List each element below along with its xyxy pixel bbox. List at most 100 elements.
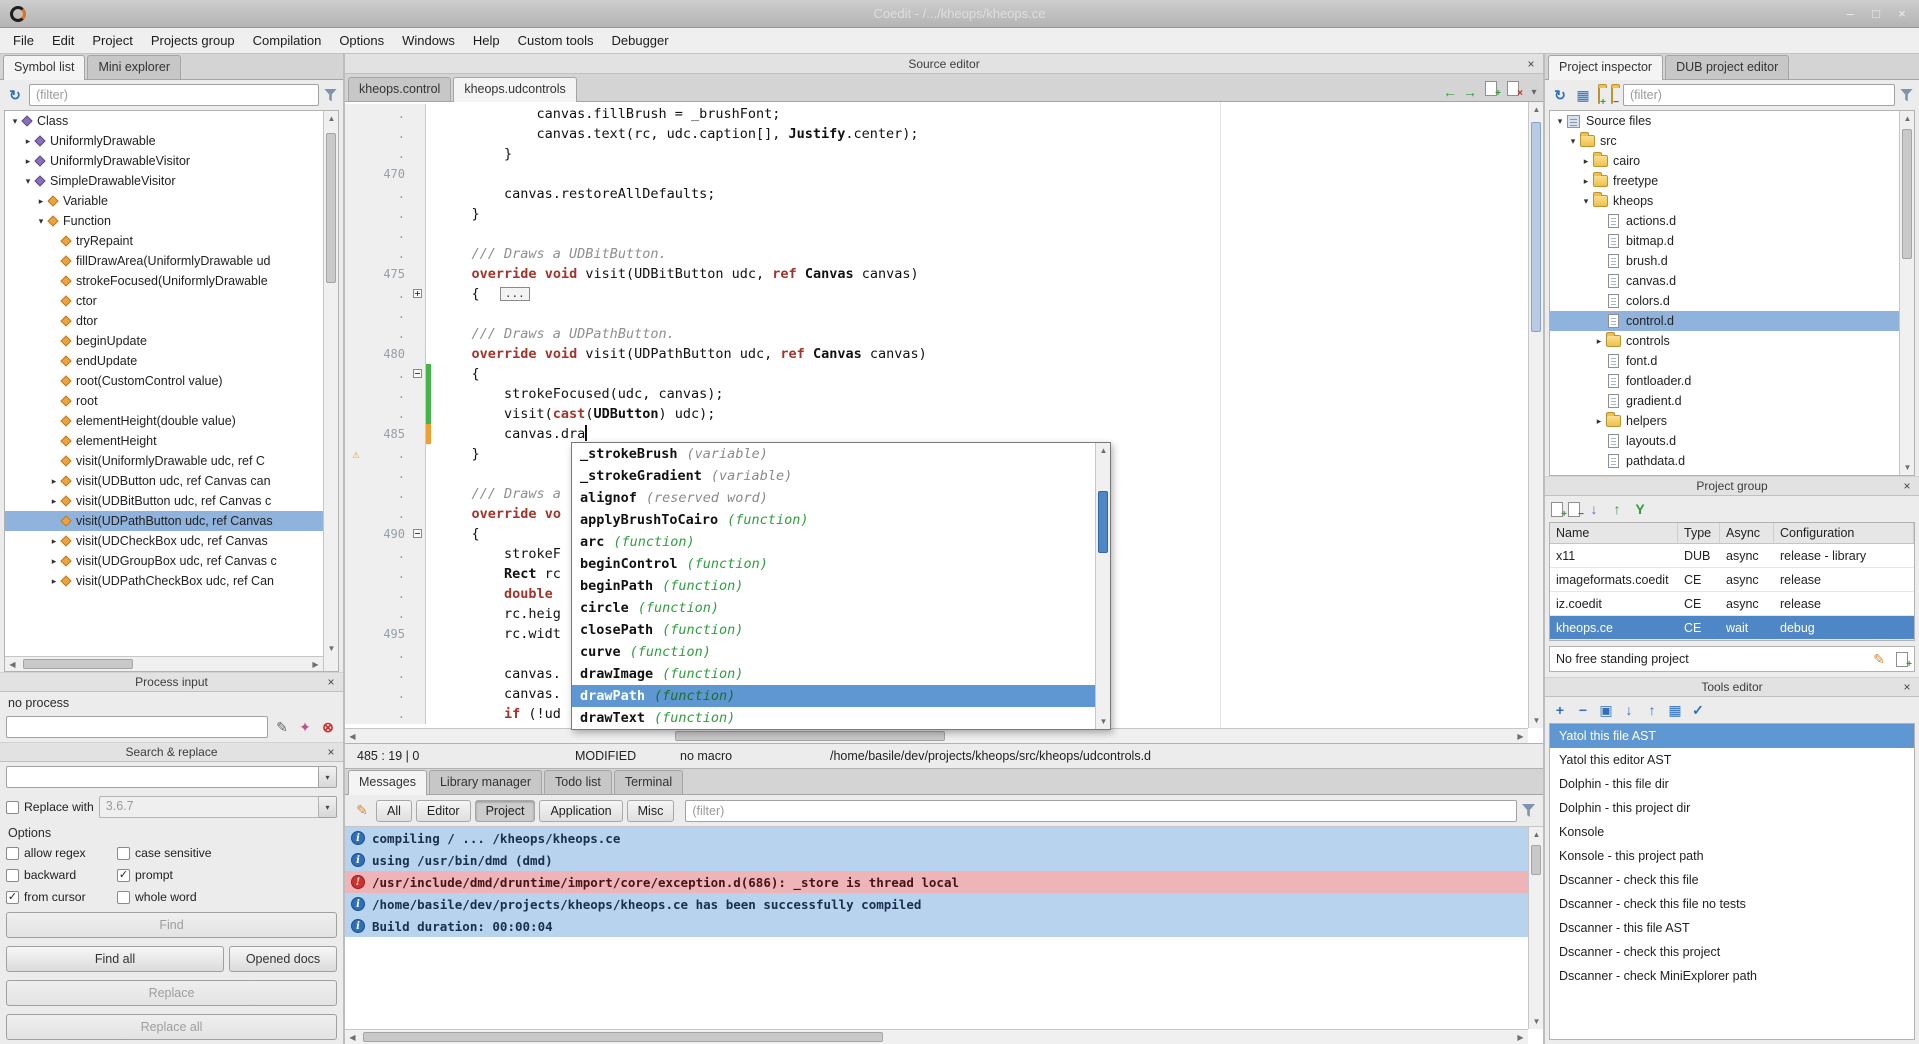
expand-arrow-icon[interactable]: ▸ [1580, 176, 1592, 187]
file-tree-item[interactable]: ▸freetype [1550, 171, 1899, 191]
replace-button[interactable]: Replace [6, 980, 337, 1006]
menu-item-debugger[interactable]: Debugger [603, 30, 678, 51]
completion-item[interactable]: _strokeGradient(variable) [572, 465, 1110, 487]
duplicate-tool-icon[interactable]: ▦ [1666, 701, 1684, 719]
tab-todo-list[interactable]: Todo list [544, 770, 612, 794]
code-line[interactable]: . [345, 304, 1528, 324]
replace-with-value[interactable]: 3.6.7 [99, 796, 319, 818]
close-icon[interactable]: × [324, 675, 338, 689]
replace-with-checkbox[interactable]: Replace with [6, 796, 94, 818]
remove-tool-icon[interactable]: − [1574, 701, 1592, 719]
symbol-tree-item[interactable]: dtor [5, 311, 323, 331]
refresh-project-icon[interactable]: ↻ [1551, 86, 1569, 104]
run-tool-icon[interactable]: ✓ [1689, 701, 1707, 719]
move-project-down-icon[interactable]: ↓ [1585, 500, 1603, 518]
tab-symbol-list[interactable]: Symbol list [3, 55, 85, 80]
filter-editor[interactable]: Editor [416, 800, 471, 822]
completion-item[interactable]: beginPath(function) [572, 575, 1110, 597]
close-icon[interactable]: × [1524, 57, 1538, 71]
checkbox-box[interactable] [6, 847, 19, 860]
chevron-down-icon[interactable]: ▾ [319, 766, 337, 788]
tab-messages[interactable]: Messages [348, 770, 427, 795]
file-tree-item[interactable]: ▸cairo [1550, 151, 1899, 171]
symbol-tree-item[interactable]: ▸visit(UDButton udc, ref Canvas can [5, 471, 323, 491]
filter-misc[interactable]: Misc [627, 800, 675, 822]
expand-arrow-icon[interactable]: ▾ [1554, 116, 1566, 127]
completion-item[interactable]: drawImage(function) [572, 663, 1110, 685]
symbol-tree-item[interactable]: fillDrawArea(UniformlyDrawable ud [5, 251, 323, 271]
expand-arrow-icon[interactable]: ▾ [1567, 136, 1579, 147]
wand-icon[interactable]: ✦ [296, 718, 314, 736]
file-tree-vscrollbar[interactable]: ▲ ▼ [1899, 111, 1914, 475]
scroll-up-icon[interactable]: ▲ [1096, 443, 1111, 458]
code-line[interactable]: . visit(cast(UDButton) udc); [345, 404, 1528, 424]
process-input-field[interactable] [6, 716, 268, 738]
symbol-tree-item[interactable]: ▸visit(UDGroupBox udc, ref Canvas c [5, 551, 323, 571]
completion-item[interactable]: drawPath(function) [572, 685, 1110, 707]
clone-tool-icon[interactable]: ▣ [1597, 701, 1615, 719]
symbol-tree-item[interactable]: elementHeight [5, 431, 323, 451]
filter-all[interactable]: All [376, 800, 412, 822]
checkbox-box[interactable] [117, 891, 130, 904]
code-editor[interactable]: . canvas.fillBrush = _brushFont;. canvas… [345, 102, 1543, 744]
fold-toggle-icon[interactable] [413, 289, 422, 298]
scroll-down-icon[interactable]: ▼ [1096, 714, 1111, 729]
symbol-tree-item[interactable]: ▸UniformlyDrawable [5, 131, 323, 151]
file-tree-item[interactable]: layouts.d [1550, 431, 1899, 451]
opened-docs-button[interactable]: Opened docs [229, 946, 337, 972]
expand-arrow-icon[interactable]: ▸ [1593, 416, 1605, 427]
nav-back-icon[interactable]: ← [1441, 83, 1459, 101]
symbol-tree-item[interactable]: ▸UniformlyDrawableVisitor [5, 151, 323, 171]
tool-item[interactable]: Dolphin - this file dir [1550, 772, 1914, 796]
menu-item-edit[interactable]: Edit [43, 30, 83, 51]
search-term-input[interactable] [6, 766, 319, 788]
message-row[interactable]: icompiling / ... /kheops/kheops.ce [345, 827, 1528, 849]
tool-item[interactable]: Yatol this editor AST [1550, 748, 1914, 772]
tool-item[interactable]: Dscanner - check this file [1550, 868, 1914, 892]
scroll-thumb[interactable] [1531, 845, 1541, 875]
expand-arrow-icon[interactable]: ▾ [9, 116, 21, 127]
symbol-filter-input[interactable] [29, 84, 319, 106]
checkbox-box[interactable]: ✓ [6, 891, 19, 904]
checkbox-box[interactable] [6, 869, 19, 882]
scroll-up-icon[interactable]: ▲ [1900, 111, 1915, 126]
scroll-thumb[interactable] [1902, 129, 1912, 259]
tool-item[interactable]: Dscanner - check this project [1550, 940, 1914, 964]
minimize-button[interactable]: – [1843, 6, 1857, 21]
replace-all-button[interactable]: Replace all [6, 1014, 337, 1040]
scroll-thumb[interactable] [363, 1032, 883, 1042]
chevron-down-icon[interactable]: ▾ [319, 796, 337, 818]
scroll-thumb[interactable] [675, 731, 945, 741]
symbol-tree-item[interactable]: ▸visit(UDPathCheckBox udc, ref Can [5, 571, 323, 591]
symbol-tree-vscrollbar[interactable]: ▲ ▼ [323, 111, 338, 671]
filter-project[interactable]: Project [475, 800, 536, 822]
find-button[interactable]: Find [6, 912, 337, 938]
completion-item[interactable]: circle(function) [572, 597, 1110, 619]
symbol-tree-item[interactable]: ctor [5, 291, 323, 311]
expand-arrow-icon[interactable]: ▸ [48, 496, 60, 507]
fold-ellipsis-icon[interactable]: ... [500, 287, 530, 301]
menu-item-file[interactable]: File [4, 30, 43, 51]
message-row[interactable]: iBuild duration: 00:00:04 [345, 915, 1528, 937]
file-tree-item[interactable]: pathdata.d [1550, 451, 1899, 471]
file-tree-item[interactable]: ▾src [1550, 131, 1899, 151]
checkbox-box[interactable] [117, 847, 130, 860]
checkbox-box[interactable] [6, 801, 19, 814]
move-tool-down-icon[interactable]: ↓ [1620, 701, 1638, 719]
scroll-right-icon[interactable]: ▶ [1513, 729, 1528, 744]
fold-toggle-icon[interactable] [413, 369, 422, 378]
checkbox-whole-word[interactable]: whole word [117, 886, 228, 908]
completion-item[interactable]: closePath(function) [572, 619, 1110, 641]
tool-item[interactable]: Dscanner - check this file no tests [1550, 892, 1914, 916]
scroll-thumb[interactable] [1531, 122, 1541, 332]
project-row[interactable]: iz.coeditCEasyncrelease [1550, 592, 1914, 616]
scroll-up-icon[interactable]: ▲ [1529, 827, 1543, 842]
message-row[interactable]: !/usr/include/dmd/druntime/import/core/e… [345, 871, 1528, 893]
code-line[interactable]: . canvas.fillBrush = _brushFont; [345, 104, 1528, 124]
code-line[interactable]: 485 canvas.dra [345, 424, 1528, 444]
scroll-down-icon[interactable]: ▼ [1529, 713, 1543, 728]
file-tree-item[interactable]: colors.d [1550, 291, 1899, 311]
add-folder-icon[interactable]: + [1597, 88, 1605, 103]
message-row[interactable]: iusing /usr/bin/dmd (dmd) [345, 849, 1528, 871]
symbol-tree-item[interactable]: root(CustomControl value) [5, 371, 323, 391]
